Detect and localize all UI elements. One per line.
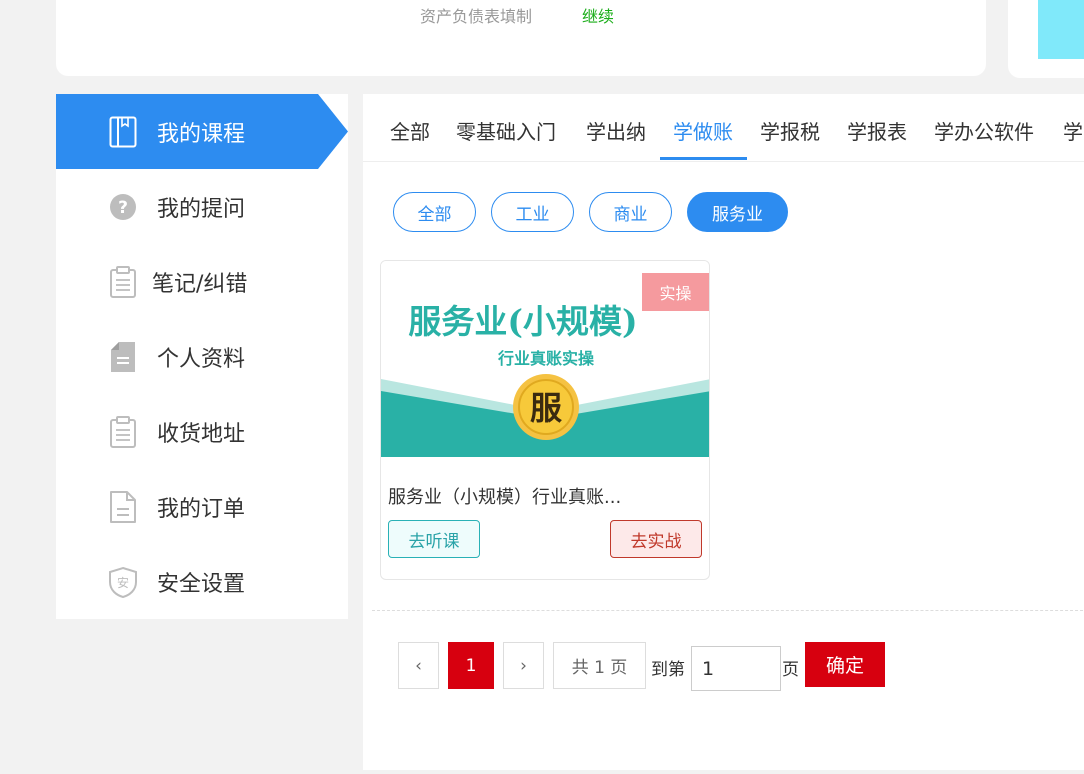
sidebar-item-label: 我的提问 <box>157 196 246 222</box>
confirm-button[interactable]: 确定 <box>805 642 885 687</box>
book-icon <box>108 114 138 150</box>
sidebar-item-security[interactable]: 安 安全设置 <box>56 544 348 619</box>
main-panel: 全部 零基础入门 学出纳 学做账 学报税 学报表 学办公软件 学 全部 工业 商… <box>363 94 1084 770</box>
tab-tax[interactable]: 学报税 <box>760 116 820 145</box>
tab-cashier[interactable]: 学出纳 <box>586 116 646 145</box>
page-number-input[interactable] <box>691 646 781 691</box>
filter-service[interactable]: 服务业 <box>687 192 788 232</box>
sidebar-item-address[interactable]: 收货地址 <box>56 394 348 469</box>
file-icon <box>108 489 138 525</box>
tab-beginner[interactable]: 零基础入门 <box>456 116 556 145</box>
svg-text:安: 安 <box>117 575 129 590</box>
sidebar: 我的课程 ? 我的提问 笔记/纠错 个人资料 收货地址 我的订单 安 安全设置 <box>56 94 348 619</box>
sidebar-item-label: 安全设置 <box>157 571 246 597</box>
svg-text:?: ? <box>118 198 128 218</box>
shield-icon: 安 <box>108 564 138 600</box>
sidebar-item-label: 我的订单 <box>157 496 246 522</box>
sidebar-item-label: 个人资料 <box>157 346 246 372</box>
sidebar-item-my-questions[interactable]: ? 我的提问 <box>56 169 348 244</box>
tab-reports[interactable]: 学报表 <box>847 116 907 145</box>
clipboard-icon <box>108 264 138 300</box>
sidebar-item-notes[interactable]: 笔记/纠错 <box>56 244 348 319</box>
goto-label: 到第 <box>651 660 685 680</box>
cover-title: 服务业(小规模) <box>408 302 637 341</box>
clipboard-icon <box>108 414 138 450</box>
total-pages-label: 共 1 页 <box>553 642 646 689</box>
listen-button[interactable]: 去听课 <box>388 520 480 558</box>
next-page-button[interactable]: › <box>503 642 544 689</box>
progress-course-title: 资产负债表填制 <box>420 7 533 26</box>
sidebar-item-label: 收货地址 <box>157 421 246 447</box>
continue-link[interactable]: 继续 <box>582 3 614 27</box>
divider <box>372 610 1084 611</box>
filter-commerce[interactable]: 商业 <box>589 192 672 232</box>
practice-badge: 实操 <box>642 273 709 311</box>
cover-emblem: 服 <box>530 389 562 427</box>
tab-bookkeeping[interactable]: 学做账 <box>673 116 733 145</box>
side-banner <box>1008 0 1084 78</box>
sidebar-item-label: 笔记/纠错 <box>152 271 248 297</box>
prev-page-button[interactable]: ‹ <box>398 642 439 689</box>
sidebar-item-orders[interactable]: 我的订单 <box>56 469 348 544</box>
page-1-button[interactable]: 1 <box>448 642 494 689</box>
filter-all[interactable]: 全部 <box>393 192 476 232</box>
filter-industry[interactable]: 工业 <box>491 192 574 232</box>
question-icon: ? <box>108 189 138 225</box>
cover-subtitle: 行业真账实操 <box>497 349 595 368</box>
practice-button[interactable]: 去实战 <box>610 520 702 558</box>
sidebar-item-profile[interactable]: 个人资料 <box>56 319 348 394</box>
sidebar-item-label: 我的课程 <box>157 121 246 147</box>
category-tabs: 全部 零基础入门 学出纳 学做账 学报税 学报表 学办公软件 学 <box>363 94 1084 162</box>
sidebar-item-my-courses[interactable]: 我的课程 <box>56 94 348 169</box>
tab-all[interactable]: 全部 <box>390 116 430 145</box>
page-unit-label: 页 <box>782 660 799 680</box>
course-title[interactable]: 服务业（小规模）行业真账... <box>388 483 621 509</box>
tab-office-software[interactable]: 学办公软件 <box>934 116 1034 145</box>
active-tab-indicator <box>660 157 747 160</box>
course-card: 服务业(小规模) 行业真账实操 服 实操 服务业（小规模）行业真账... 去听课… <box>380 260 710 580</box>
banner-image <box>1038 0 1084 59</box>
document-icon <box>108 339 138 375</box>
course-progress-card: 资产负债表填制 继续 <box>56 0 986 76</box>
tab-more[interactable]: 学 <box>1063 116 1083 145</box>
